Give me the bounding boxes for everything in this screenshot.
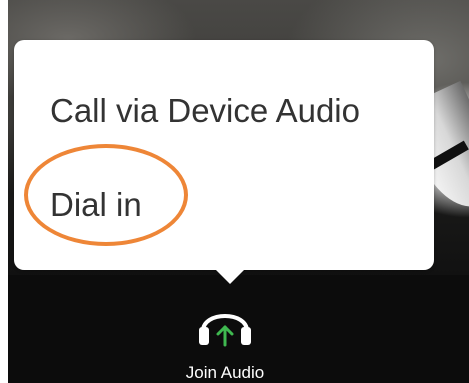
join-audio-label: Join Audio xyxy=(185,363,265,382)
menu-item-call-via-device-audio[interactable]: Call via Device Audio xyxy=(50,92,360,130)
headphones-icon xyxy=(193,297,257,366)
arrow-up-icon xyxy=(216,325,234,347)
audio-options-popup: Call via Device Audio Dial in xyxy=(14,40,434,284)
join-audio-button[interactable]: Join Audio xyxy=(160,290,290,383)
popup-pointer xyxy=(212,266,248,284)
meeting-window: Join Audio Call via Device Audio Dial in xyxy=(0,0,469,383)
menu-item-dial-in[interactable]: Dial in xyxy=(50,186,142,224)
